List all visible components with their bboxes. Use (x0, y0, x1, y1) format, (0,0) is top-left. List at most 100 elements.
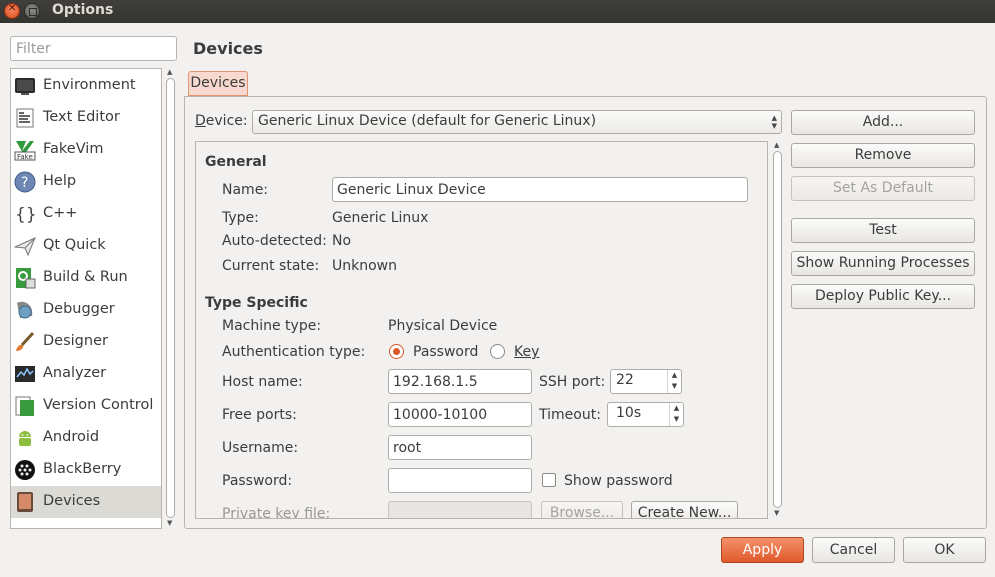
free-ports-field[interactable] (388, 402, 532, 427)
username-label: Username: (222, 440, 299, 456)
auto-detected-value: No (332, 233, 352, 249)
filter-input[interactable] (10, 36, 177, 61)
paper-plane-icon (14, 237, 36, 257)
android-icon (19, 431, 31, 446)
sidebar-item-fakevim[interactable]: Fake FakeVim (11, 134, 161, 166)
scrollbar-thumb[interactable] (773, 151, 782, 508)
details-scrollbar[interactable]: ▲ ▼ (770, 141, 785, 519)
sidebar-item-label: C++ (43, 205, 78, 221)
sidebar-item-label: Help (43, 173, 77, 189)
name-label: Name: (222, 182, 269, 198)
sidebar-item-label: Version Control (43, 397, 154, 413)
analyzer-icon (15, 366, 35, 382)
minimize-window-button[interactable] (24, 3, 40, 19)
close-window-button[interactable] (4, 3, 20, 19)
key-radio-label[interactable]: Key (514, 344, 539, 360)
type-specific-heading: Type Specific (205, 295, 308, 311)
scroll-up-arrow-icon[interactable]: ▲ (167, 68, 172, 76)
cancel-button[interactable]: Cancel (812, 537, 895, 563)
tab-devices[interactable]: Devices (188, 71, 248, 96)
ssh-port-label: SSH port: (539, 374, 606, 390)
build-run-icon (16, 268, 36, 289)
braces-icon: {} (15, 205, 36, 225)
private-key-file-label: Private key file: (222, 506, 331, 519)
test-button[interactable]: Test (791, 218, 975, 243)
device-label: Device: (195, 113, 248, 129)
spin-arrows-icon[interactable]: ▲ ▼ (669, 403, 683, 426)
sidebar-item-devices[interactable]: Devices (11, 486, 161, 518)
partial-item-icon (14, 523, 36, 529)
device-select-value: Generic Linux Device (default for Generi… (258, 113, 597, 129)
ok-button[interactable]: OK (903, 537, 986, 563)
sidebar-item-partial[interactable] (11, 518, 161, 529)
window-title: Options (52, 2, 114, 18)
type-value: Generic Linux (332, 210, 429, 226)
key-radio[interactable] (490, 344, 505, 359)
timeout-spinbox[interactable]: 10s ▲ ▼ (607, 402, 684, 427)
sidebar-item-help[interactable]: ? Help (11, 166, 161, 198)
updown-arrows-icon: ▲ ▼ (771, 114, 777, 130)
password-radio-label[interactable]: Password (413, 344, 478, 360)
fakevim-icon: Fake (14, 141, 36, 161)
current-state-label: Current state: (222, 258, 320, 274)
sidebar-item-debugger[interactable]: Debugger (11, 294, 161, 326)
monitor-icon (15, 78, 35, 95)
svg-text:?: ? (21, 175, 28, 191)
deploy-public-key-button[interactable]: Deploy Public Key... (791, 284, 975, 309)
sidebar-item-designer[interactable]: Designer (11, 326, 161, 358)
ssh-port-value: 22 (616, 372, 634, 388)
password-radio[interactable] (389, 344, 404, 359)
auto-detected-label: Auto-detected: (222, 233, 327, 249)
device-icon (17, 492, 33, 512)
sidebar-item-label: Build & Run (43, 269, 128, 285)
password-field[interactable] (388, 468, 532, 493)
add-button[interactable]: Add... (791, 110, 975, 135)
set-as-default-button[interactable]: Set As Default (791, 176, 975, 201)
timeout-value: 10s (616, 405, 642, 421)
sidebar-scrollbar[interactable]: ▲ ▼ (163, 68, 178, 529)
show-password-checkbox[interactable] (542, 473, 556, 487)
text-document-icon (16, 108, 34, 128)
spin-arrows-icon[interactable]: ▲ ▼ (667, 370, 681, 393)
password-label: Password: (222, 473, 293, 489)
device-details-panel: General Name: Type: Generic Linux Auto-d… (195, 141, 768, 519)
browse-button[interactable]: Browse... (541, 501, 623, 518)
ssh-port-spinbox[interactable]: 22 ▲ ▼ (610, 369, 682, 394)
device-label-mnemonic: D (195, 113, 206, 129)
sidebar-item-text-editor[interactable]: Text Editor (11, 102, 161, 134)
scroll-down-arrow-icon[interactable]: ▼ (167, 519, 172, 527)
sidebar-item-version-control[interactable]: Version Control (11, 390, 161, 422)
sidebar-item-android[interactable]: Android (11, 422, 161, 454)
create-new-button[interactable]: Create New... (631, 501, 738, 518)
sidebar-item-label: Analyzer (43, 365, 107, 381)
device-label-rest: evice: (205, 113, 248, 129)
sidebar-item-label: Environment (43, 77, 136, 93)
sidebar-item-build-run[interactable]: Build & Run (11, 262, 161, 294)
brush-icon (16, 331, 35, 351)
sidebar-item-label: Debugger (43, 301, 115, 317)
host-name-field[interactable] (388, 369, 532, 394)
scrollbar-thumb[interactable] (166, 78, 175, 518)
timeout-label: Timeout: (539, 407, 601, 423)
name-field[interactable] (332, 177, 748, 202)
title-bar: Options (0, 0, 995, 23)
general-heading: General (205, 154, 267, 170)
scroll-up-arrow-icon[interactable]: ▲ (774, 141, 779, 149)
private-key-file-field (388, 501, 532, 518)
bug-icon (17, 301, 33, 319)
machine-type-value: Physical Device (388, 318, 498, 334)
show-running-processes-button[interactable]: Show Running Processes (791, 251, 975, 276)
scroll-down-arrow-icon[interactable]: ▼ (774, 509, 779, 517)
apply-button[interactable]: Apply (721, 537, 804, 563)
sidebar-item-blackberry[interactable]: BlackBerry (11, 454, 161, 486)
svg-text:{}: {} (15, 205, 36, 225)
device-select[interactable]: Generic Linux Device (default for Generi… (252, 110, 782, 134)
show-password-label[interactable]: Show password (564, 473, 673, 489)
sidebar-item-cpp[interactable]: {} C++ (11, 198, 161, 230)
sidebar-item-environment[interactable]: Environment (11, 70, 161, 102)
sidebar-item-qt-quick[interactable]: Qt Quick (11, 230, 161, 262)
sidebar-item-label: Devices (43, 493, 101, 509)
username-field[interactable] (388, 435, 532, 460)
sidebar-item-analyzer[interactable]: Analyzer (11, 358, 161, 390)
remove-button[interactable]: Remove (791, 143, 975, 168)
